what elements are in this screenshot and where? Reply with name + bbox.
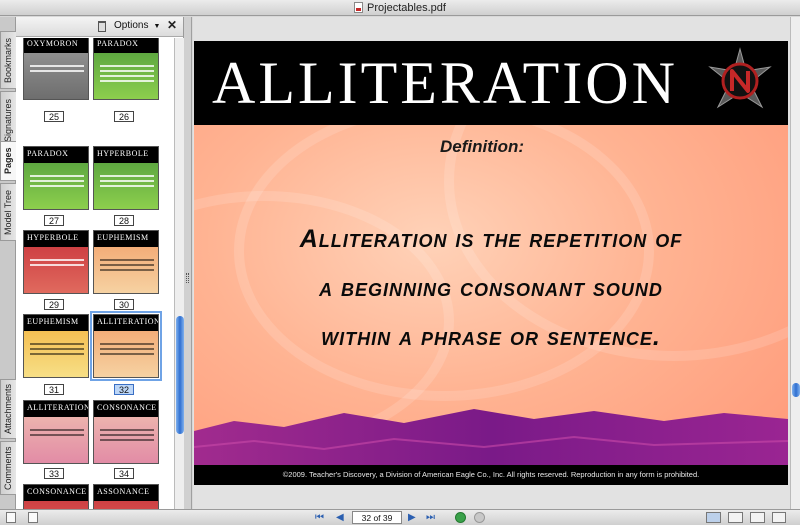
continuous-facing-view-icon[interactable] xyxy=(772,512,786,523)
continuous-view-icon[interactable] xyxy=(728,512,743,523)
thumbnail-title: Paradox xyxy=(24,147,88,163)
thumbnail-title: Hyperbole xyxy=(24,231,88,247)
panel-header: Options ▼ ✕ xyxy=(16,17,183,37)
pdf-viewer-window: Projectables.pdf Bookmarks Signatures Pa… xyxy=(0,0,800,525)
slide-title: Alliteration xyxy=(212,50,678,116)
side-tab-strip: Bookmarks Signatures Pages Model Tree At… xyxy=(0,17,16,509)
thumbnail-title: Euphemism xyxy=(24,315,88,331)
thumbnail-page-28[interactable]: Hyperbole xyxy=(93,146,159,210)
previous-page-icon[interactable]: ◀ xyxy=(336,512,344,523)
next-page-icon[interactable]: ▶ xyxy=(408,512,416,523)
title-bar: Projectables.pdf xyxy=(0,0,800,16)
definition-line: Alliteration is the repetition of xyxy=(299,225,683,253)
thumbnail-page-35[interactable]: Consonance xyxy=(23,484,89,509)
options-label: Options xyxy=(114,20,149,31)
definition-line: within a phrase or sentence. xyxy=(321,323,661,351)
last-page-icon[interactable]: ⏭ xyxy=(426,512,435,523)
panel-splitter[interactable] xyxy=(184,17,192,509)
thumbnail-page-27[interactable]: Paradox xyxy=(23,146,89,210)
tab-model-tree[interactable]: Model Tree xyxy=(0,183,16,241)
thumbnail-page-36[interactable]: Assonance xyxy=(93,484,159,509)
slide-page: Alliteration Definition: Alliteration is… xyxy=(194,41,788,485)
definition-line: a beginning consonant sound xyxy=(319,274,663,302)
scrollbar-thumb[interactable] xyxy=(792,383,800,397)
purple-brush-band xyxy=(194,409,788,467)
thumbnail-page-33[interactable]: Alliteration xyxy=(23,400,89,464)
thumbnail-title: Hyperbole xyxy=(94,147,158,163)
single-page-view-icon[interactable] xyxy=(706,512,721,523)
thumbnail-title: Oxymoron xyxy=(24,38,88,53)
thumbnail-scrollbar[interactable] xyxy=(174,38,184,509)
document-scrollbar[interactable] xyxy=(790,17,800,509)
grip-icon xyxy=(186,273,189,283)
copyright-footer: ©2009. Teacher's Discovery, a Division o… xyxy=(194,465,788,485)
tab-comments[interactable]: Comments xyxy=(0,441,16,495)
logo-emblem-icon xyxy=(708,47,772,109)
thumbnail-title: Consonance xyxy=(94,401,158,417)
tab-attachments[interactable]: Attachments xyxy=(0,379,16,439)
thumbnail-page-30[interactable]: Euphemism xyxy=(93,230,159,294)
pdf-document-icon xyxy=(354,2,364,13)
page-number-label: 29 xyxy=(44,299,64,310)
page-number-label: 27 xyxy=(44,215,64,226)
thumbnail-title: Assonance xyxy=(94,485,158,501)
navigation-bar: ⏮ ◀ 32 of 39 ▶ ⏭ xyxy=(0,509,800,525)
thumbnail-title: Euphemism xyxy=(94,231,158,247)
thumbnail-title: Consonance xyxy=(24,485,88,501)
tab-pages[interactable]: Pages xyxy=(0,141,16,181)
page-layout-icon[interactable] xyxy=(6,512,16,523)
thumbnail-page-25[interactable]: Oxymoron xyxy=(23,38,89,100)
thumbnail-title: Paradox xyxy=(94,38,158,53)
trash-icon[interactable] xyxy=(98,21,106,32)
thumbnail-list: Oxymoron 25 Paradox 26 Paradox 27 Hyperb… xyxy=(16,38,174,509)
facing-view-icon[interactable] xyxy=(750,512,765,523)
definition-label: Definition: xyxy=(440,137,525,156)
thumbnail-page-29[interactable]: Hyperbole xyxy=(23,230,89,294)
go-forward-icon[interactable] xyxy=(474,512,485,523)
page-number-label: 28 xyxy=(114,215,134,226)
document-icon[interactable] xyxy=(28,512,38,523)
page-number-field[interactable]: 32 of 39 xyxy=(352,511,402,524)
thumbnail-title: Alliteration xyxy=(94,315,158,331)
thumbnail-title: Alliteration xyxy=(24,401,88,417)
page-number-label: 32 xyxy=(114,384,134,395)
thumbnail-page-32[interactable]: Alliteration xyxy=(90,311,162,381)
pages-panel: Options ▼ ✕ Oxymoron 25 Paradox 26 Parado… xyxy=(16,17,184,509)
go-back-icon[interactable] xyxy=(455,512,466,523)
first-page-icon[interactable]: ⏮ xyxy=(315,512,324,523)
page-number-label: 33 xyxy=(44,468,64,479)
page-number-label: 25 xyxy=(44,111,64,122)
document-area: Alliteration Definition: Alliteration is… xyxy=(193,17,790,509)
thumbnail-page-31[interactable]: Euphemism xyxy=(23,314,89,378)
page-number-label: 34 xyxy=(114,468,134,479)
page-number-label: 31 xyxy=(44,384,64,395)
definition-text: Alliteration is the repetition of a begi… xyxy=(214,215,768,362)
page-number-label: 26 xyxy=(114,111,134,122)
options-menu[interactable]: Options ▼ xyxy=(114,20,160,31)
scrollbar-thumb[interactable] xyxy=(176,316,184,434)
thumbnail-page-34[interactable]: Consonance xyxy=(93,400,159,464)
thumbnail-page-26[interactable]: Paradox xyxy=(93,38,159,100)
tab-bookmarks[interactable]: Bookmarks xyxy=(0,31,16,89)
close-panel-icon[interactable]: ✕ xyxy=(167,18,177,32)
chevron-down-icon: ▼ xyxy=(153,23,161,30)
page-number-label: 30 xyxy=(114,299,134,310)
window-title: Projectables.pdf xyxy=(367,2,446,14)
